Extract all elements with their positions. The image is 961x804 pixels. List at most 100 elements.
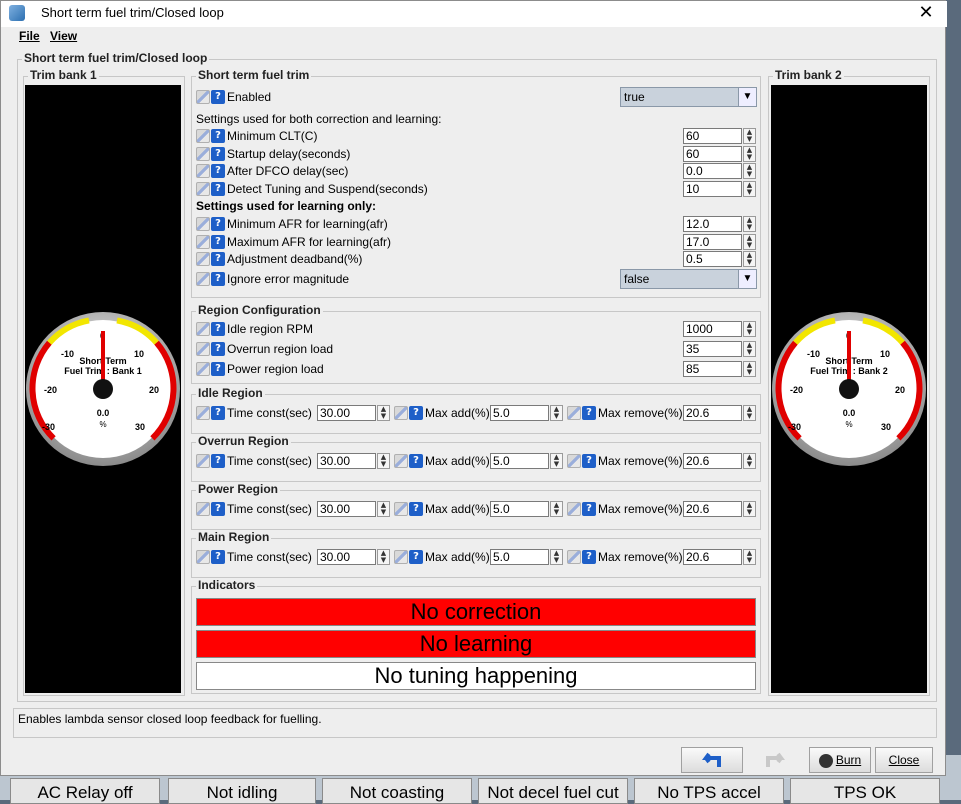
help-icon[interactable]: ? [211,252,225,266]
close-button[interactable]: Close [875,747,933,773]
power-time-const-input[interactable]: 30.00 [317,501,376,517]
help-icon[interactable]: ? [409,454,423,468]
edit-icon[interactable] [567,454,581,468]
chevron-down-icon[interactable]: ▼ [738,270,756,288]
help-icon[interactable]: ? [582,502,596,516]
main-max-add-spinner[interactable]: ▲ ▼ [550,549,563,565]
help-icon[interactable]: ? [211,406,225,420]
main-max-add-input[interactable]: 5.0 [490,549,549,565]
overrun-time-const-spinner[interactable]: ▲ ▼ [377,453,390,469]
ignore-error-select[interactable]: false ▼ [620,269,757,289]
help-icon[interactable]: ? [409,502,423,516]
redo-button[interactable] [747,747,803,773]
startup-delay-spinner[interactable]: ▲ ▼ [743,146,756,162]
min-afr-input[interactable]: 12.0 [683,216,742,232]
deadband-spinner[interactable]: ▲ ▼ [743,251,756,267]
edit-icon[interactable] [196,129,210,143]
help-icon[interactable]: ? [409,406,423,420]
help-icon[interactable]: ? [582,406,596,420]
edit-icon[interactable] [196,454,210,468]
power-time-const-spinner[interactable]: ▲ ▼ [377,501,390,517]
help-icon[interactable]: ? [211,217,225,231]
edit-icon[interactable] [196,164,210,178]
edit-icon[interactable] [196,550,210,564]
overrun-max-remove-input[interactable]: 20.6 [683,453,742,469]
help-icon[interactable]: ? [211,550,225,564]
edit-icon[interactable] [196,235,210,249]
main-time-const-spinner[interactable]: ▲ ▼ [377,549,390,565]
idle-time-const-spinner[interactable]: ▲ ▼ [377,405,390,421]
overrun-max-add-input[interactable]: 5.0 [490,453,549,469]
main-time-const-input[interactable]: 30.00 [317,549,376,565]
edit-icon[interactable] [196,406,210,420]
detect-tuning-input[interactable]: 10 [683,181,742,197]
overrun-load-spinner[interactable]: ▲ ▼ [743,341,756,357]
edit-icon[interactable] [196,272,210,286]
idle-rpm-input[interactable]: 1000 [683,321,742,337]
close-window-button[interactable]: ✕ [911,1,941,25]
edit-icon[interactable] [196,342,210,356]
power-max-remove-spinner[interactable]: ▲ ▼ [743,501,756,517]
help-icon[interactable]: ? [211,342,225,356]
edit-icon[interactable] [567,406,581,420]
overrun-max-add-spinner[interactable]: ▲ ▼ [550,453,563,469]
edit-icon[interactable] [196,182,210,196]
edit-icon[interactable] [567,550,581,564]
help-icon[interactable]: ? [211,272,225,286]
edit-icon[interactable] [196,252,210,266]
help-icon[interactable]: ? [409,550,423,564]
idle-time-const-input[interactable]: 30.00 [317,405,376,421]
power-max-remove-input[interactable]: 20.6 [683,501,742,517]
startup-delay-input[interactable]: 60 [683,146,742,162]
help-icon[interactable]: ? [211,164,225,178]
edit-icon[interactable] [196,502,210,516]
edit-icon[interactable] [567,502,581,516]
help-icon[interactable]: ? [582,550,596,564]
max-afr-spinner[interactable]: ▲ ▼ [743,234,756,250]
edit-icon[interactable] [394,406,408,420]
power-load-input[interactable]: 85 [683,361,742,377]
undo-button[interactable] [681,747,743,773]
max-afr-input[interactable]: 17.0 [683,234,742,250]
idle-max-add-spinner[interactable]: ▲ ▼ [550,405,563,421]
burn-button[interactable]: Burn [809,747,871,773]
chevron-down-icon[interactable]: ▼ [738,88,756,106]
edit-icon[interactable] [196,90,210,104]
help-icon[interactable]: ? [211,235,225,249]
overrun-max-remove-spinner[interactable]: ▲ ▼ [743,453,756,469]
power-max-add-input[interactable]: 5.0 [490,501,549,517]
edit-icon[interactable] [394,550,408,564]
dfco-delay-spinner[interactable]: ▲ ▼ [743,163,756,179]
enabled-select[interactable]: true ▼ [620,87,757,107]
dfco-delay-input[interactable]: 0.0 [683,163,742,179]
power-load-spinner[interactable]: ▲ ▼ [743,361,756,377]
help-icon[interactable]: ? [211,362,225,376]
help-icon[interactable]: ? [211,502,225,516]
idle-max-add-input[interactable]: 5.0 [490,405,549,421]
main-max-remove-spinner[interactable]: ▲ ▼ [743,549,756,565]
help-icon[interactable]: ? [211,322,225,336]
edit-icon[interactable] [394,454,408,468]
deadband-input[interactable]: 0.5 [683,251,742,267]
edit-icon[interactable] [394,502,408,516]
help-icon[interactable]: ? [211,182,225,196]
min-afr-spinner[interactable]: ▲ ▼ [743,216,756,232]
detect-tuning-spinner[interactable]: ▲ ▼ [743,181,756,197]
edit-icon[interactable] [196,147,210,161]
edit-icon[interactable] [196,322,210,336]
help-icon[interactable]: ? [582,454,596,468]
help-icon[interactable]: ? [211,147,225,161]
edit-icon[interactable] [196,362,210,376]
min-clt-spinner[interactable]: ▲ ▼ [743,128,756,144]
menu-file[interactable]: File [19,29,40,43]
menu-view[interactable]: View [50,29,77,43]
idle-max-remove-input[interactable]: 20.6 [683,405,742,421]
overrun-load-input[interactable]: 35 [683,341,742,357]
idle-rpm-spinner[interactable]: ▲ ▼ [743,321,756,337]
overrun-time-const-input[interactable]: 30.00 [317,453,376,469]
power-max-add-spinner[interactable]: ▲ ▼ [550,501,563,517]
help-icon[interactable]: ? [211,90,225,104]
help-icon[interactable]: ? [211,454,225,468]
min-clt-input[interactable]: 60 [683,128,742,144]
main-max-remove-input[interactable]: 20.6 [683,549,742,565]
